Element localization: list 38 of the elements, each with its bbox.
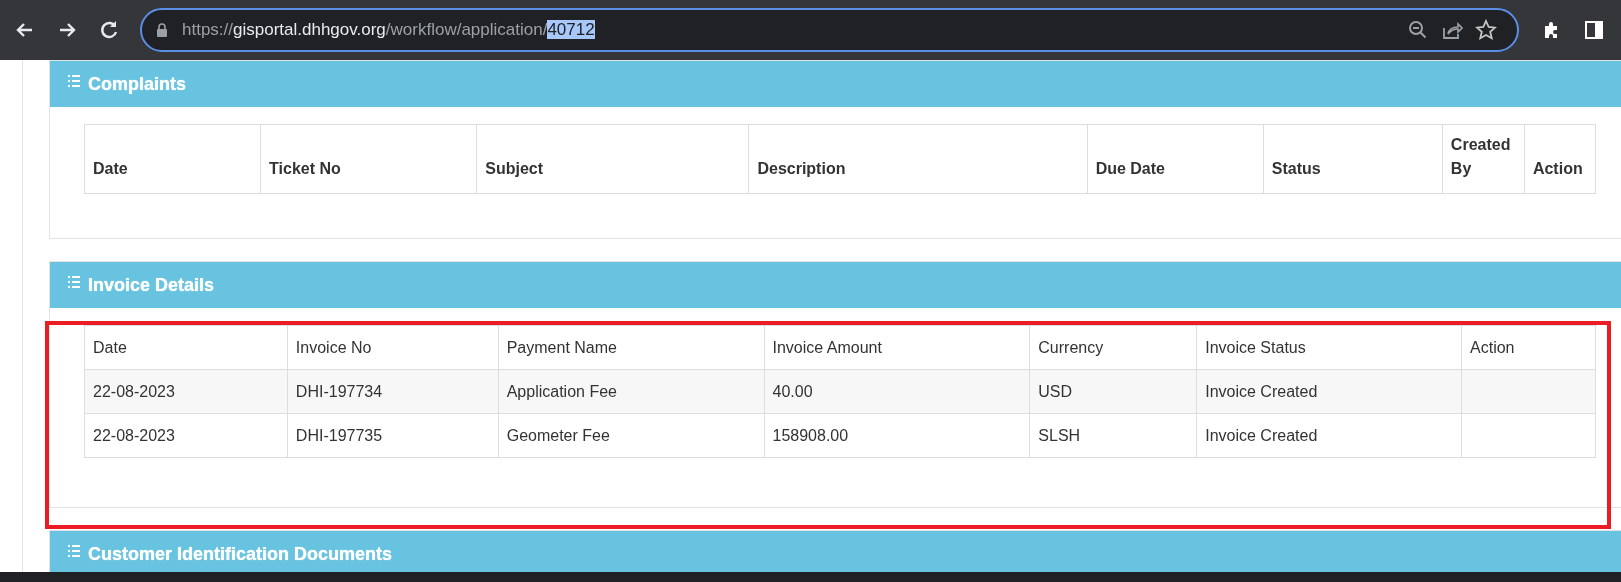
column-header: Currency bbox=[1029, 325, 1197, 370]
table-cell: DHI-197735 bbox=[287, 413, 499, 458]
table-cell: Geometer Fee bbox=[498, 413, 764, 458]
zoom-icon[interactable] bbox=[1407, 19, 1429, 41]
table-cell: 22-08-2023 bbox=[84, 369, 288, 414]
column-header: Created By bbox=[1442, 124, 1525, 194]
share-icon[interactable] bbox=[1441, 19, 1463, 41]
lock-icon[interactable] bbox=[156, 23, 168, 37]
column-header: Subject bbox=[476, 124, 749, 194]
side-panel-icon[interactable] bbox=[1583, 19, 1605, 41]
column-header: Action bbox=[1461, 325, 1596, 370]
table-cell: 158908.00 bbox=[764, 413, 1030, 458]
table-cell: DHI-197734 bbox=[287, 369, 499, 414]
list-icon bbox=[68, 545, 80, 557]
column-header: Date bbox=[84, 325, 288, 370]
table-cell: USD bbox=[1029, 369, 1197, 414]
column-header: Action bbox=[1524, 124, 1596, 194]
column-header: Invoice Status bbox=[1196, 325, 1462, 370]
list-icon bbox=[68, 75, 80, 87]
column-header: Description bbox=[748, 124, 1088, 194]
column-header: Date bbox=[84, 124, 261, 194]
column-header: Ticket No bbox=[260, 124, 477, 194]
column-header: Payment Name bbox=[498, 325, 764, 370]
panel-title: Customer Identification Documents bbox=[88, 542, 393, 566]
table-cell: Application Fee bbox=[498, 369, 764, 414]
list-icon bbox=[68, 276, 80, 288]
column-header: Invoice Amount bbox=[764, 325, 1030, 370]
panel-title: Complaints bbox=[88, 72, 186, 96]
table-cell: 22-08-2023 bbox=[84, 413, 288, 458]
star-icon[interactable] bbox=[1475, 19, 1497, 41]
table-cell: 40.00 bbox=[764, 369, 1030, 414]
column-header: Due Date bbox=[1087, 124, 1264, 194]
panel-title: Invoice Details bbox=[88, 273, 215, 297]
column-header: Status bbox=[1263, 124, 1443, 194]
table-cell: SLSH bbox=[1029, 413, 1197, 458]
table-cell: Invoice Created bbox=[1196, 413, 1462, 458]
column-header: Invoice No bbox=[287, 325, 499, 370]
table-cell: Invoice Created bbox=[1196, 369, 1462, 414]
